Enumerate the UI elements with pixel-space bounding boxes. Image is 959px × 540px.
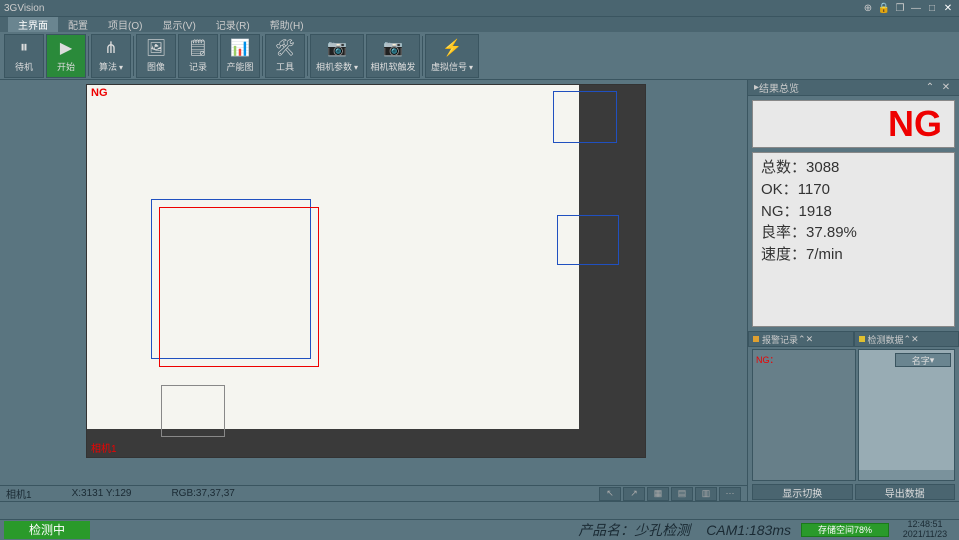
chevron-up-icon[interactable]: ⌃ [798,334,806,345]
tools-icon: 🛠 [275,38,295,58]
right-panel: ▸ 结果总览 ⌃ ✕ NG 总数：3088 OK：1170 NG：1918 良率… [747,80,959,501]
status-position: X:3131 Y:129 [72,488,132,499]
camera-trigger-icon: 📷 [383,38,403,58]
storage-progress[interactable]: 存储空间78% [801,523,889,537]
stat-speed: 速度：7/min [761,244,946,266]
menu-help[interactable]: 帮助(H) [260,17,314,32]
data-panel-head[interactable]: 检测数据⌃ ✕ [854,331,959,347]
panel-close-icon[interactable]: ✕ [939,82,953,94]
export-data-button[interactable]: 导出数据 [855,484,956,500]
scrollbar[interactable] [859,470,955,480]
start-button[interactable]: ▶开始 [46,34,86,78]
data-dropdown[interactable]: 名字 ▾ [895,353,951,367]
alarm-list[interactable]: NG： [752,349,856,481]
capacity-button[interactable]: 📊产能图 [220,34,260,78]
image-icon: 🖼 [146,38,166,58]
play-icon: ▶ [56,38,76,58]
roi-gray-bottom[interactable] [161,385,225,437]
zoom-tool-1[interactable]: ↖ [599,487,621,501]
footer: 检测中 产品名：少孔检测 CAM1:183ms 存储空间78% 12:48:51… [0,519,959,539]
menu-record[interactable]: 记录(R) [206,17,260,32]
data-list[interactable]: 名字 ▾ [858,349,956,481]
grid-tool-3[interactable]: ▥ [695,487,717,501]
maximize-icon[interactable]: □ [925,2,939,14]
grid-tool-1[interactable]: ▦ [647,487,669,501]
standby-button[interactable]: ⏸待机 [4,34,44,78]
menu-config[interactable]: 配置 [58,17,98,32]
close-icon[interactable]: ✕ [941,2,955,14]
cam-time: CAM1:183ms [706,522,791,538]
algorithm-button[interactable]: ⋔算法 [91,34,131,78]
result-ng: NG [888,103,942,145]
bolt-icon: ⚡ [442,38,462,58]
viewport-status-bar: 相机1 X:3131 Y:129 RGB:37,37,37 ↖ ↗ ▦ ▤ ▥ … [0,485,747,501]
chevron-up-icon[interactable]: ⌃ [904,334,912,345]
zoom-tool-2[interactable]: ↗ [623,487,645,501]
stat-yield: 良率：37.89% [761,222,946,244]
roi-blue-mid[interactable] [557,215,619,265]
data-icon [859,336,865,342]
result-box: NG [752,100,955,148]
minimize-icon[interactable]: — [909,2,923,14]
viewport-ng-label: NG [91,87,108,99]
clock: 12:48:51 2021/11/23 [895,520,955,540]
close-icon[interactable]: ✕ [911,334,919,345]
menu-display[interactable]: 显示(V) [152,17,205,32]
more-tool[interactable]: ⋯ [719,487,741,501]
panel-collapse-icon[interactable]: ⌃ [923,82,937,94]
stat-ok: OK：1170 [761,179,946,201]
camera-icon: 📷 [327,38,347,58]
stats-box: 总数：3088 OK：1170 NG：1918 良率：37.89% 速度：7/m… [752,152,955,327]
result-panel-head: ▸ 结果总览 ⌃ ✕ [748,80,959,96]
camera-image: NG 相机1 [86,84,646,458]
virtual-signal-button[interactable]: ⚡虚拟信号 [425,34,479,78]
product-name: 产品名：少孔检测 [578,520,690,540]
stat-total: 总数：3088 [761,157,946,179]
pause-icon: ⏸ [14,38,34,58]
grid-tool-2[interactable]: ▤ [671,487,693,501]
stat-ng: NG：1918 [761,201,946,223]
lock-icon[interactable]: 🔒 [877,2,891,14]
viewport-camera-label: 相机1 [91,440,117,455]
running-badge: 检测中 [4,521,90,539]
warning-icon [753,336,759,342]
menu-main[interactable]: 主界面 [8,17,58,32]
pin-icon[interactable]: ⊕ [861,2,875,14]
close-icon[interactable]: ✕ [806,334,814,345]
status-camera: 相机1 [6,486,32,501]
menubar: 主界面 配置 项目(O) 显示(V) 记录(R) 帮助(H) [0,16,959,32]
record-button[interactable]: 🗒记录 [178,34,218,78]
tools-button[interactable]: 🛠工具 [265,34,305,78]
roi-blue-top[interactable] [553,91,617,143]
camera-params-button[interactable]: 📷相机参数 [310,34,364,78]
app-title: 3GVision [4,3,44,14]
toolbar: ⏸待机 ▶开始 ⋔算法 🖼图像 🗒记录 📊产能图 🛠工具 📷相机参数 📷相机软触… [0,32,959,80]
image-button[interactable]: 🖼图像 [136,34,176,78]
camera-viewport[interactable]: NG 相机1 [2,82,745,483]
status-rgb: RGB:37,37,37 [171,488,234,499]
menu-project[interactable]: 项目(O) [98,17,152,32]
titlebar: 3GVision ⊕ 🔒 ❐ — □ ✕ [0,0,959,16]
chart-icon: 📊 [230,38,250,58]
camera-soft-trigger-button[interactable]: 📷相机软触发 [366,34,420,78]
toggle-display-button[interactable]: 显示切换 [752,484,853,500]
algorithm-icon: ⋔ [101,38,121,58]
alarm-panel-head[interactable]: 报警记录⌃ ✕ [748,331,854,347]
restore-icon[interactable]: ❐ [893,2,907,14]
roi-red-large[interactable] [159,207,319,367]
record-icon: 🗒 [188,38,208,58]
